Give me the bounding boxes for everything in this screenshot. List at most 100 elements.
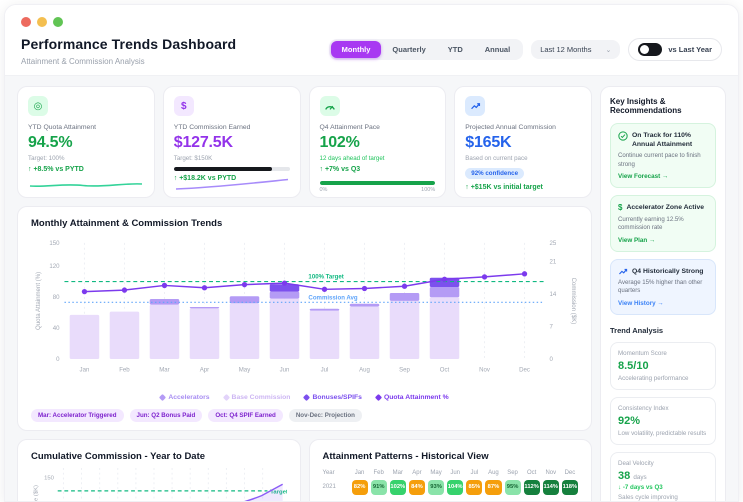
event-badge-jun: Jun: Q2 Bonus Paid — [130, 409, 203, 422]
heatmap-cell: 114% — [543, 480, 559, 495]
trend-analysis-title: Trend Analysis — [610, 326, 716, 335]
kpi-pace-note: 12 days ahead of target — [320, 155, 436, 162]
svg-text:80: 80 — [53, 294, 60, 301]
kpi-label: Q4 Attainment Pace — [320, 124, 436, 131]
svg-text:0: 0 — [549, 356, 553, 363]
svg-text:Jan: Jan — [80, 367, 90, 374]
titlebar: Performance Trends Dashboard Attainment … — [5, 5, 738, 76]
compare-toggle-label: vs Last Year — [668, 45, 712, 54]
pace-scale: 0% 100% — [320, 187, 436, 193]
svg-text:May: May — [239, 367, 251, 374]
svg-text:100% Target: 100% Target — [308, 274, 343, 281]
date-range-dropdown[interactable]: Last 12 Months ⌄ — [531, 40, 620, 59]
tab-quarterly[interactable]: Quarterly — [381, 41, 436, 58]
svg-text:Cumulative ($K): Cumulative ($K) — [34, 484, 40, 502]
attainment-heatmap: YearJanFebMarAprMayJunJulAugSepOctNovDec… — [323, 470, 579, 495]
tab-annual[interactable]: Annual — [474, 41, 521, 58]
svg-text:Feb: Feb — [119, 367, 130, 374]
kpi-label: Projected Annual Commission — [465, 124, 581, 131]
kpi-card-projected-commission: Projected Annual Commission $165K Based … — [454, 86, 592, 198]
kpi-value: $127.5K — [174, 134, 290, 152]
monthly-trends-chart: JanFebMarAprMayJunJulAugSepOctNovDec0408… — [31, 235, 578, 392]
page-subtitle: Attainment & Commission Analysis — [21, 57, 236, 66]
metric-consistency-index: Consistency Index 92% Low volatility, pr… — [610, 397, 716, 445]
heatmap-cell: 104% — [447, 480, 463, 495]
kpi-delta: ↑ +$15K vs initial target — [465, 184, 581, 191]
view-plan-link[interactable]: View Plan → — [618, 237, 708, 244]
sparkline — [28, 177, 144, 191]
app-window: Performance Trends Dashboard Attainment … — [4, 4, 739, 502]
bottom-row: Cumulative Commission - Year to Date 150… — [17, 439, 592, 502]
trend-up-icon — [465, 96, 485, 116]
svg-text:Mar: Mar — [159, 367, 169, 374]
dollar-icon: $ — [618, 203, 622, 212]
legend-marker — [159, 393, 166, 400]
legend-base-commission[interactable]: Base Commission — [224, 394, 291, 401]
chart-title: Cumulative Commission - Year to Date — [31, 451, 287, 462]
zoom-window-button[interactable] — [53, 17, 63, 27]
tab-ytd[interactable]: YTD — [437, 41, 474, 58]
metric-momentum-score: Momentum Score 8.5/10 Accelerating perfo… — [610, 342, 716, 390]
legend-accelerators[interactable]: Accelerators — [160, 394, 209, 401]
close-window-button[interactable] — [21, 17, 31, 27]
compare-toggle[interactable]: vs Last Year — [628, 38, 722, 61]
svg-text:Aug: Aug — [359, 367, 370, 374]
insight-title: Q4 Historically Strong — [632, 267, 703, 276]
view-forecast-link[interactable]: View Forecast → — [618, 173, 708, 180]
insight-body: Average 15% higher than other quarters — [618, 279, 708, 296]
svg-text:Dec: Dec — [519, 367, 530, 374]
heatmap-cell: 93% — [428, 480, 444, 495]
heatmap-header: Apr — [409, 470, 425, 476]
toggle-switch[interactable] — [638, 43, 662, 56]
period-segmented-control: Monthly Quarterly YTD Annual — [329, 39, 524, 60]
check-circle-icon — [618, 131, 628, 141]
event-badge-mar: Mar: Accelerator Triggered — [31, 409, 124, 422]
kpi-target: Target: $150K — [174, 155, 290, 162]
attainment-patterns-card: Attainment Patterns - Historical View Ye… — [309, 439, 593, 502]
heatmap-header: Jan — [352, 470, 368, 476]
kpi-target: Target: 100% — [28, 155, 144, 162]
header-controls: Monthly Quarterly YTD Annual Last 12 Mon… — [329, 38, 722, 61]
confidence-badge: 92% confidence — [465, 168, 524, 179]
chart-title: Monthly Attainment & Commission Trends — [31, 218, 578, 229]
legend-marker — [303, 393, 310, 400]
heatmap-header: Mar — [390, 470, 406, 476]
target-icon: ◎ — [28, 96, 48, 116]
kpi-note: Based on current pace — [465, 155, 581, 162]
insight-q4-strong: Q4 Historically Strong Average 15% highe… — [610, 259, 716, 315]
insight-title: On Track for 110% Annual Attainment — [632, 131, 708, 149]
kpi-card-q4-pace: Q4 Attainment Pace 102% 12 days ahead of… — [309, 86, 447, 198]
gauge-icon — [320, 96, 340, 116]
svg-text:150: 150 — [49, 240, 60, 247]
heatmap-header: May — [428, 470, 444, 476]
event-badges: Mar: Accelerator Triggered Jun: Q2 Bonus… — [31, 409, 578, 422]
kpi-card-quota-attainment: ◎ YTD Quota Attainment 94.5% Target: 100… — [17, 86, 155, 198]
heatmap-header: Dec — [562, 470, 578, 476]
insight-body: Currently earning 12.5% commission rate — [618, 216, 708, 233]
legend-bonuses-spifs[interactable]: Bonuses/SPIFs — [304, 394, 361, 401]
pace-progress-bar — [320, 181, 436, 185]
chart-title: Attainment Patterns - Historical View — [323, 451, 579, 462]
dollar-icon: $ — [174, 96, 194, 116]
heatmap-cell: 82% — [352, 480, 368, 495]
chart-legend: Accelerators Base Commission Bonuses/SPI… — [31, 394, 578, 401]
kpi-row: ◎ YTD Quota Attainment 94.5% Target: 100… — [17, 86, 592, 198]
svg-text:Nov: Nov — [479, 367, 491, 374]
heatmap-cell: 91% — [371, 480, 387, 495]
svg-text:Jul: Jul — [321, 367, 329, 374]
kpi-delta: ↑ +7% vs Q3 — [320, 166, 436, 173]
view-history-link[interactable]: View History → — [618, 300, 708, 307]
kpi-label: YTD Quota Attainment — [28, 124, 144, 131]
insight-title: Accelerator Zone Active — [626, 203, 704, 212]
legend-quota-attainment[interactable]: Quota Attainment % — [376, 394, 449, 401]
metric-value: 38 days — [618, 470, 708, 482]
heatmap-cell: 84% — [409, 480, 425, 495]
heatmap-cell: 102% — [390, 480, 406, 495]
svg-text:Sep: Sep — [399, 367, 410, 374]
tab-monthly[interactable]: Monthly — [331, 41, 382, 58]
insight-body: Continue current pace to finish strong — [618, 152, 708, 169]
minimize-window-button[interactable] — [37, 17, 47, 27]
svg-text:120: 120 — [49, 263, 60, 270]
trend-up-icon — [618, 267, 628, 276]
metric-sub: Sales cycle improving — [618, 494, 708, 501]
